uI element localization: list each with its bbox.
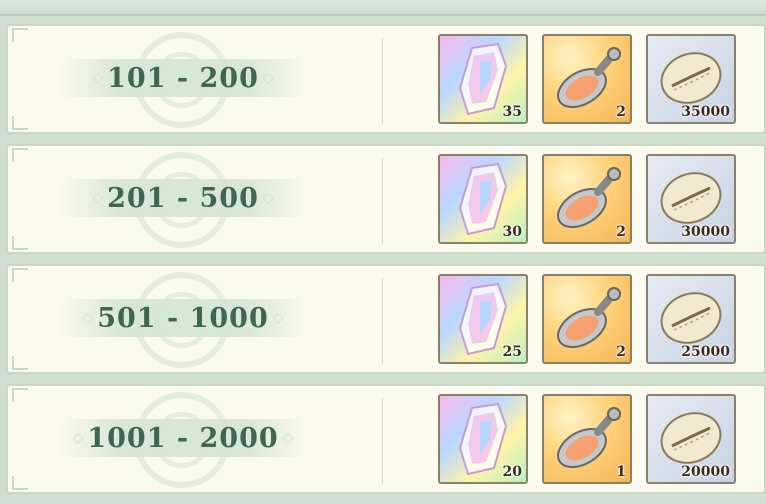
reward-count: 20 [502,464,522,480]
divider [382,158,383,244]
reward-count: 25 [502,344,522,360]
corner-ornament [12,476,28,490]
divider [382,278,383,364]
rank-band: ◇ 1001 - 2000 ◇ [58,419,308,457]
diamond-ornament-icon: ◇ [262,190,274,206]
reward-crystal[interactable]: 25 [438,274,528,364]
reward-shell[interactable]: 25000 [646,274,736,364]
rank-band: ◇ 501 - 1000 ◇ [58,299,308,337]
corner-ornament [12,28,28,42]
corner-ornament [12,148,28,162]
reward-row: ◇ 1001 - 2000 ◇ 20 1 20000 [6,384,766,494]
rank-band: ◇ 201 - 500 ◇ [58,179,308,217]
corner-ornament [12,236,28,250]
reward-items: 25 2 25000 [438,274,736,364]
reward-count: 35 [502,104,522,120]
reward-crystal[interactable]: 35 [438,34,528,124]
reward-shell[interactable]: 20000 [646,394,736,484]
reward-count: 30000 [681,224,730,240]
reward-items: 20 1 20000 [438,394,736,484]
reward-row: ◇ 501 - 1000 ◇ 25 2 25000 [6,264,766,374]
corner-ornament [12,356,28,370]
divider [382,38,383,124]
rank-range: 201 - 500 [107,182,259,214]
reward-bottle[interactable]: 1 [542,394,632,484]
divider [382,398,383,484]
diamond-ornament-icon: ◇ [82,310,94,326]
diamond-ornament-icon: ◇ [262,70,274,86]
reward-crystal[interactable]: 20 [438,394,528,484]
reward-count: 1 [616,464,626,480]
reward-bottle[interactable]: 2 [542,154,632,244]
rank-range: 501 - 1000 [97,302,269,334]
reward-count: 35000 [681,104,730,120]
reward-bottle[interactable]: 2 [542,34,632,124]
reward-row: ◇ 101 - 200 ◇ 35 2 35000 [6,24,766,134]
reward-count: 30 [502,224,522,240]
reward-count: 2 [616,104,626,120]
corner-ornament [12,388,28,402]
rank-range: 1001 - 2000 [87,422,279,454]
diamond-ornament-icon: ◇ [72,430,84,446]
header-bar [0,0,766,16]
diamond-ornament-icon: ◇ [92,190,104,206]
corner-ornament [12,268,28,282]
reward-count: 2 [616,344,626,360]
reward-row: ◇ 201 - 500 ◇ 30 2 30000 [6,144,766,254]
reward-items: 35 2 35000 [438,34,736,124]
corner-ornament [12,116,28,130]
diamond-ornament-icon: ◇ [272,310,284,326]
reward-items: 30 2 30000 [438,154,736,244]
diamond-ornament-icon: ◇ [92,70,104,86]
rank-range: 101 - 200 [107,62,259,94]
reward-count: 20000 [681,464,730,480]
rank-band: ◇ 101 - 200 ◇ [58,59,308,97]
reward-bottle[interactable]: 2 [542,274,632,364]
reward-shell[interactable]: 30000 [646,154,736,244]
reward-shell[interactable]: 35000 [646,34,736,124]
reward-count: 25000 [681,344,730,360]
reward-crystal[interactable]: 30 [438,154,528,244]
diamond-ornament-icon: ◇ [282,430,294,446]
ranking-reward-list: ◇ 101 - 200 ◇ 35 2 35000 ◇ 201 - 500 ◇ 3… [6,24,766,504]
reward-count: 2 [616,224,626,240]
